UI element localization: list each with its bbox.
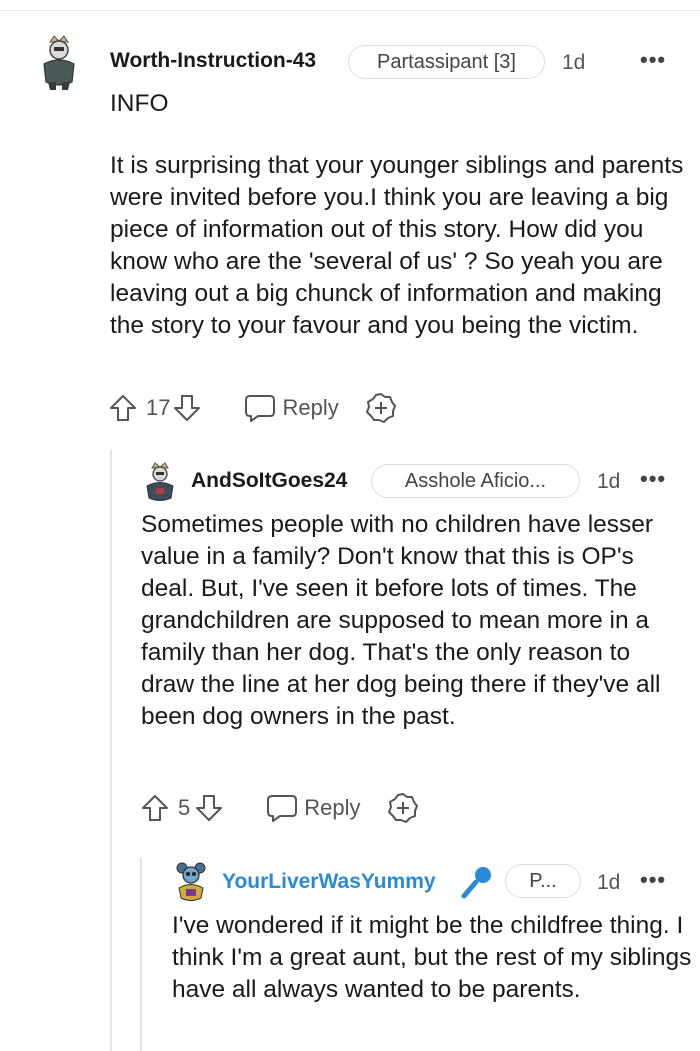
thread-line[interactable] [110, 450, 112, 1051]
comment-paragraph: It is surprising that your younger sibli… [110, 152, 684, 339]
reply-button[interactable]: Reply [244, 393, 339, 423]
microphone-icon [460, 864, 494, 905]
more-options-icon[interactable]: ••• [640, 867, 666, 893]
comment-body: INFO It is surprising that your younger … [110, 88, 690, 342]
avatar[interactable] [143, 462, 177, 507]
more-options-icon[interactable]: ••• [640, 466, 666, 492]
username[interactable]: Worth-Instruction-43 [110, 49, 316, 73]
top-divider [0, 10, 700, 11]
comment-actions: 17 Reply [108, 392, 397, 424]
comment-paragraph: Sometimes people with no children have l… [141, 511, 661, 730]
upvote-icon[interactable] [140, 793, 170, 823]
user-flair: P... [505, 864, 581, 898]
downvote-icon[interactable] [194, 793, 224, 823]
username[interactable]: YourLiverWasYummy [222, 870, 436, 894]
vote-count: 5 [178, 795, 191, 820]
username[interactable]: AndSoItGoes24 [191, 469, 347, 493]
comment-paragraph: I've wondered if it might be the childfr… [172, 912, 692, 1003]
more-options-icon[interactable]: ••• [640, 47, 666, 73]
comment-paragraph: INFO [110, 90, 169, 117]
comment-body: I've wondered if it might be the childfr… [172, 910, 692, 1006]
downvote-icon[interactable] [172, 393, 202, 423]
upvote-icon[interactable] [108, 393, 138, 423]
reply-label: Reply [304, 795, 361, 820]
reply-icon [266, 793, 298, 823]
vote-count: 17 [146, 395, 171, 420]
thread-line[interactable] [140, 858, 142, 1051]
reply-label: Reply [282, 395, 339, 420]
reply-button[interactable]: Reply [266, 793, 361, 823]
reply-icon [244, 393, 276, 423]
timestamp: 1d [562, 51, 586, 74]
comment-actions: 5 Reply [140, 792, 419, 824]
award-icon[interactable] [365, 392, 397, 424]
user-flair: Asshole Aficio... [371, 464, 580, 498]
comment-body: Sometimes people with no children have l… [141, 509, 686, 733]
timestamp: 1d [597, 470, 621, 493]
avatar[interactable] [38, 34, 80, 95]
award-icon[interactable] [387, 792, 419, 824]
avatar[interactable] [174, 862, 208, 907]
timestamp: 1d [597, 871, 621, 894]
user-flair: Partassipant [3] [348, 45, 545, 79]
